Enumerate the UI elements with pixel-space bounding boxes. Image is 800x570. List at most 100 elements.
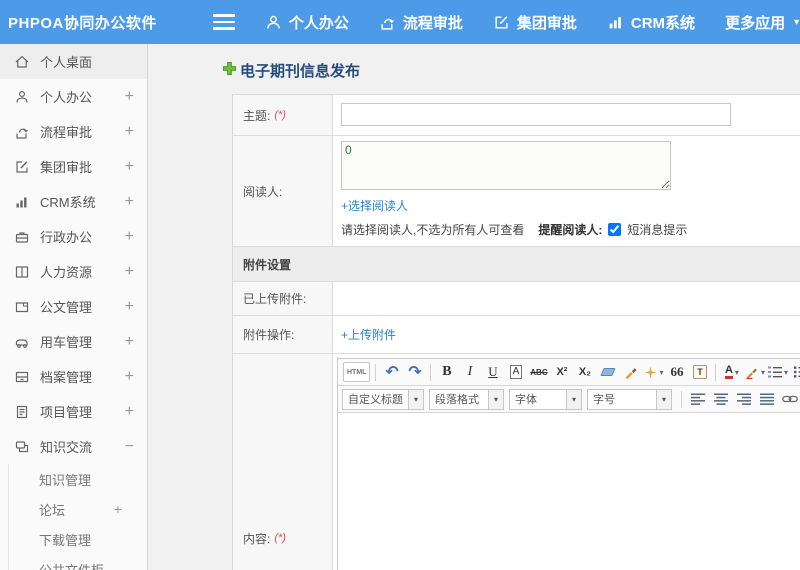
edit-icon [14, 159, 30, 175]
workflow-icon [14, 124, 30, 140]
expand-icon[interactable]: + [125, 193, 134, 211]
nav-personal-office[interactable]: 个人办公 [265, 12, 349, 33]
subject-label: 主题: [243, 108, 271, 123]
align-justify-button[interactable] [756, 389, 777, 409]
format-painter-button[interactable] [620, 362, 641, 382]
sidebar-item-group-approval[interactable]: 集团审批 + [0, 149, 147, 184]
superscript-button[interactable]: X² [551, 362, 572, 382]
menu-icon[interactable] [212, 14, 235, 30]
workflow-icon [379, 14, 396, 31]
nav-group-approval[interactable]: 集团审批 [493, 12, 577, 33]
font-color-button[interactable]: A ▾ [721, 362, 742, 382]
collapse-icon[interactable]: − [125, 438, 134, 456]
app-logo: PHPOA协同办公软件 [8, 14, 157, 32]
sidebar-subitem-public-cabinet[interactable]: 公共文件柜 [9, 554, 147, 570]
sidebar-item-personal-office[interactable]: 个人办公 + [0, 79, 147, 114]
content-row: 内容: (*) HTML ↶ ↷ B I U A ABC X² X₂ ▾ 66 … [233, 354, 800, 570]
align-right-icon [736, 393, 751, 405]
sidebar-subitem-download-mgmt[interactable]: 下载管理 [9, 524, 147, 554]
caret-down-icon: ▾ [760, 367, 765, 377]
readers-row: 阅读人: 0 +选择阅读人 请选择阅读人,不选为所有人可查看 提醒阅读人: 短消… [233, 136, 800, 247]
insert-link-button[interactable] [779, 389, 800, 409]
sidebar-item-hr[interactable]: 人力资源 + [0, 254, 147, 289]
sidebar-item-knowledge[interactable]: 知识交流 − [0, 429, 147, 464]
align-right-button[interactable] [733, 389, 754, 409]
uploaded-attachments-value [333, 282, 800, 315]
ordered-list-button[interactable]: ▾ [767, 362, 788, 382]
content-label: 内容: [243, 531, 271, 546]
font-family-select[interactable]: 字体 ▾ [509, 388, 582, 410]
sidebar-submenu-knowledge: 知识管理 论坛 + 下载管理 公共文件柜 [8, 464, 147, 570]
sidebar-item-vehicle[interactable]: 用车管理 + [0, 324, 147, 359]
paragraph-format-select[interactable]: 段落格式 ▾ [429, 388, 504, 410]
undo-button[interactable]: ↶ [381, 362, 402, 382]
source-code-button[interactable]: HTML [343, 362, 371, 382]
top-header: PHPOA协同办公软件 个人办公 流程审批 集团审批 CRM系统 更多应用 ▾ [0, 0, 800, 44]
brush-icon [625, 368, 637, 379]
expand-icon[interactable]: + [125, 158, 134, 176]
select-readers-link[interactable]: +选择阅读人 [341, 197, 408, 214]
expand-icon[interactable]: + [125, 333, 134, 351]
sidebar-item-docs[interactable]: 公文管理 + [0, 289, 147, 324]
main-content: 电子期刊信息发布 主题: (*) 阅读人: 0 +选择阅读人 请选择阅读人,不选… [149, 44, 800, 570]
redo-button[interactable]: ↷ [404, 362, 425, 382]
folder-icon [14, 299, 30, 315]
underline-button[interactable]: U [482, 362, 503, 382]
readers-label: 阅读人: [243, 184, 283, 199]
ordered-list-icon [767, 366, 782, 378]
sidebar-subitem-knowledge-mgmt[interactable]: 知识管理 [9, 464, 147, 494]
uploaded-label: 已上传附件: [243, 292, 307, 306]
attachment-ops-label: 附件操作: [243, 328, 295, 342]
sidebar-subitem-forum[interactable]: 论坛 + [9, 494, 147, 524]
expand-icon[interactable]: + [125, 298, 134, 316]
caret-down-icon: ▾ [566, 389, 581, 409]
autoformat-wand-button[interactable]: ▾ [643, 362, 664, 382]
subscript-button[interactable]: X₂ [574, 362, 595, 382]
sidebar-item-archive[interactable]: 档案管理 + [0, 359, 147, 394]
sidebar-item-crm[interactable]: CRM系统 + [0, 184, 147, 219]
expand-icon[interactable]: + [125, 228, 134, 246]
caret-down-icon: ▾ [488, 389, 503, 409]
expand-icon[interactable]: + [125, 403, 134, 421]
uploaded-attachments-row: 已上传附件: [233, 282, 800, 316]
sidebar-item-admin-office[interactable]: 行政办公 + [0, 219, 147, 254]
nav-crm[interactable]: CRM系统 [607, 12, 695, 33]
expand-icon[interactable]: + [114, 501, 122, 517]
sms-remind-checkbox[interactable] [608, 223, 622, 236]
caret-down-icon: ▾ [656, 389, 671, 409]
upload-attachment-link[interactable]: +上传附件 [341, 326, 396, 343]
readers-textarea[interactable]: 0 [341, 141, 671, 190]
sidebar-item-workflow-approval[interactable]: 流程审批 + [0, 114, 147, 149]
editor-toolbar-row1: HTML ↶ ↷ B I U A ABC X² X₂ ▾ 66 T A ▾ ▾ … [338, 359, 800, 386]
expand-icon[interactable]: + [125, 263, 134, 281]
expand-icon[interactable]: + [125, 368, 134, 386]
sidebar-item-personal-desktop[interactable]: 个人桌面 [0, 44, 147, 79]
highlight-color-button[interactable]: ▾ [744, 362, 765, 382]
strikethrough-button[interactable]: ABC [528, 362, 549, 382]
expand-icon[interactable]: + [125, 88, 134, 106]
sidebar: 个人桌面 个人办公 + 流程审批 + 集团审批 + CRM系统 + 行政办公 + [0, 44, 148, 570]
align-left-icon [690, 393, 705, 405]
eraser-icon [600, 368, 616, 376]
align-center-button[interactable] [710, 389, 731, 409]
custom-title-select[interactable]: 自定义标题 ▾ [342, 388, 424, 410]
expand-icon[interactable]: + [125, 123, 134, 141]
link-icon [781, 395, 798, 403]
unordered-list-button[interactable] [790, 362, 800, 382]
attachment-ops-row: 附件操作: +上传附件 [233, 316, 800, 354]
blockquote-button[interactable]: 66 [666, 362, 687, 382]
paste-as-text-button[interactable]: T [689, 362, 710, 382]
chat-icon [14, 439, 30, 455]
italic-button[interactable]: I [459, 362, 480, 382]
font-size-select[interactable]: 字号 ▾ [587, 388, 672, 410]
page-title: 电子期刊信息发布 [222, 60, 800, 81]
editor-content-area[interactable] [338, 413, 800, 570]
bold-button[interactable]: B [436, 362, 457, 382]
nav-more-apps[interactable]: 更多应用 ▾ [725, 12, 799, 33]
sidebar-item-project[interactable]: 项目管理 + [0, 394, 147, 429]
autotypeset-button[interactable]: A [505, 362, 526, 382]
align-left-button[interactable] [687, 389, 708, 409]
eraser-button[interactable] [597, 362, 618, 382]
nav-workflow-approval[interactable]: 流程审批 [379, 12, 463, 33]
subject-input[interactable] [341, 103, 731, 126]
